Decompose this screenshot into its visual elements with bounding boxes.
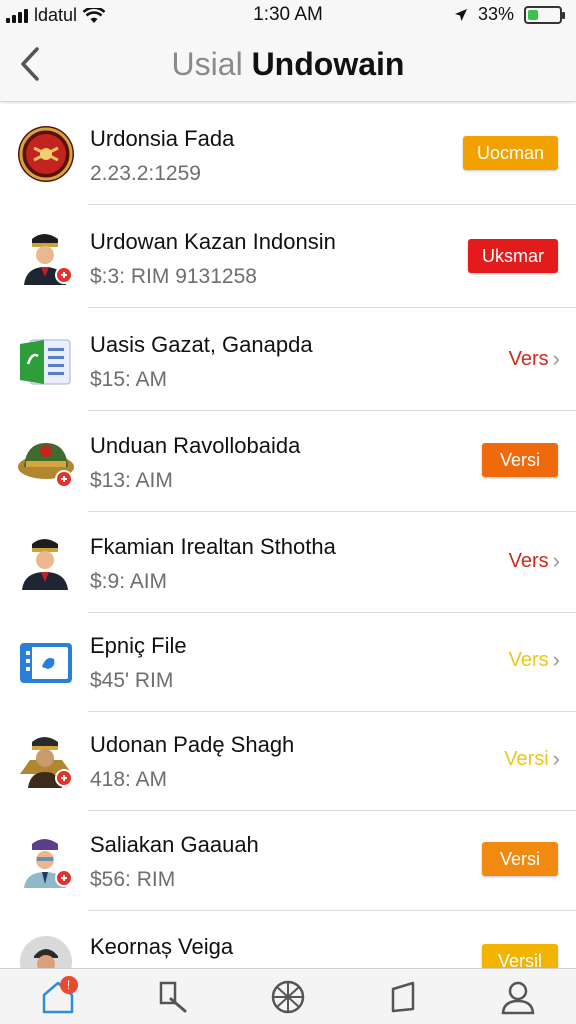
- row-subtitle: $15: AM: [90, 368, 168, 391]
- row-text: Fkamian Irealtan Sthotha $:9: AIM: [90, 534, 336, 594]
- row-divider: [88, 910, 576, 911]
- list-item[interactable]: Epniç File $45' RIM Vers ›: [0, 611, 576, 712]
- list-item[interactable]: Keornaș Veiga Versil: [0, 912, 576, 968]
- row-text: Epniç File $45' RIM: [90, 633, 187, 693]
- row-action-button[interactable]: Versi: [482, 443, 558, 477]
- general-avatar-icon: [16, 730, 76, 790]
- status-bar: ldatul 1:30 AM 33%: [0, 0, 576, 30]
- military-cap-icon: [16, 431, 76, 491]
- chevron-right-icon: ›: [552, 548, 560, 573]
- row-subtitle: $56: RIM: [90, 868, 176, 891]
- row-name: Saliakan Gaauah: [90, 832, 259, 857]
- row-name: Fkamian Irealtan Sthotha: [90, 534, 336, 559]
- row-action-label: Vers: [508, 347, 549, 370]
- navigation-header: Usial Undowain: [0, 30, 576, 102]
- list-item[interactable]: Unduan Ravollobaida $13: AIM Versi: [0, 411, 576, 512]
- officer-avatar-icon: [16, 532, 76, 592]
- row-action-label: Versi: [504, 747, 549, 770]
- notification-badge: !: [59, 975, 78, 994]
- officer-avatar-icon: [16, 227, 76, 287]
- page-title-bold: Undowain: [251, 46, 405, 82]
- row-name: Urdowan Kazan Indonsin: [90, 229, 336, 254]
- location-arrow-icon: [454, 8, 467, 21]
- row-name: Keornaș Veiga: [90, 934, 234, 959]
- file-app-icon: [16, 631, 76, 691]
- row-action-link[interactable]: Vers ›: [509, 548, 560, 574]
- list-item[interactable]: Uasis Gazat, Ganapda $15: AM Vers ›: [0, 310, 576, 411]
- tab-bar: !: [0, 968, 576, 1024]
- page-title-light: Usial: [171, 46, 243, 82]
- profile-icon: [501, 981, 535, 1014]
- row-text: Keornaș Veiga: [90, 934, 233, 968]
- row-action-button[interactable]: Uksmar: [468, 239, 558, 273]
- globe-icon: [271, 980, 305, 1013]
- page-title: Usial Undowain: [0, 46, 576, 83]
- chevron-right-icon: ›: [552, 346, 560, 371]
- row-text: Unduan Ravollobaida $13: AIM: [90, 433, 300, 493]
- row-action-button[interactable]: Uocman: [462, 136, 558, 170]
- bookmark-icon: [391, 981, 415, 1012]
- tab-home[interactable]: !: [28, 972, 88, 1022]
- row-subtitle: 418: AM: [90, 768, 168, 791]
- list-item[interactable]: Fkamian Irealtan Sthotha $:9: AIM Vers ›: [0, 512, 576, 613]
- row-name: Udonan Padę Shagh: [90, 732, 295, 757]
- row-action-label: Vers: [508, 648, 549, 671]
- status-right: 33%: [454, 4, 565, 25]
- row-divider: [88, 204, 576, 205]
- row-text: Urdonsia Fada 2.23.2:1259: [90, 126, 234, 186]
- row-action-button[interactable]: Versil: [482, 944, 558, 968]
- tab-search[interactable]: [143, 972, 203, 1022]
- row-action-label: Vers: [508, 549, 549, 572]
- row-subtitle: $13: AIM: [90, 469, 173, 492]
- row-name: Unduan Ravollobaida: [90, 433, 301, 458]
- row-text: Urdowan Kazan Indonsin $:3: RIM 9131258: [90, 229, 336, 289]
- list-item[interactable]: Saliakan Gaauah $56: RIM Versi: [0, 810, 576, 911]
- soldier-avatar-icon: [16, 830, 76, 890]
- row-name: Urdonsia Fada: [90, 126, 235, 151]
- chevron-right-icon: ›: [552, 746, 560, 771]
- row-action-link[interactable]: Vers ›: [509, 346, 560, 372]
- row-text: Uasis Gazat, Ganapda $15: AM: [90, 332, 313, 392]
- red-emblem-icon: [16, 124, 76, 184]
- list-item[interactable]: Udonan Padę Shagh 418: AM Versi ›: [0, 710, 576, 811]
- row-divider: [88, 307, 576, 308]
- row-action-button[interactable]: Versi: [482, 842, 558, 876]
- row-name: Epniç File: [90, 633, 187, 658]
- row-subtitle: 2.23.2:1259: [90, 162, 201, 185]
- tab-profile[interactable]: [488, 972, 548, 1022]
- tab-bookmark[interactable]: [373, 972, 433, 1022]
- row-subtitle: $45' RIM: [90, 669, 174, 692]
- row-name: Uasis Gazat, Ganapda: [90, 332, 313, 357]
- battery-fill: [528, 9, 538, 20]
- row-text: Udonan Padę Shagh 418: AM: [90, 732, 294, 792]
- chevron-right-icon: ›: [552, 647, 560, 672]
- row-subtitle: $:9: AIM: [90, 570, 168, 593]
- list-item[interactable]: Urdonsia Fada 2.23.2:1259 Uocman: [0, 104, 576, 205]
- row-action-link[interactable]: Vers ›: [509, 647, 560, 673]
- person-avatar-icon: [16, 932, 76, 968]
- battery-percent: 33%: [477, 4, 514, 24]
- battery-icon: [524, 5, 565, 24]
- search-icon: [159, 981, 187, 1012]
- item-list: Urdonsia Fada 2.23.2:1259 Uocman Urdowan…: [0, 104, 576, 968]
- tab-globe[interactable]: [258, 972, 318, 1022]
- row-subtitle: $:3: RIM 9131258: [90, 265, 257, 288]
- row-action-link[interactable]: Versi ›: [504, 746, 560, 772]
- list-item[interactable]: Urdowan Kazan Indonsin $:3: RIM 9131258 …: [0, 207, 576, 308]
- row-text: Saliakan Gaauah $56: RIM: [90, 832, 259, 892]
- document-icon: [16, 330, 76, 390]
